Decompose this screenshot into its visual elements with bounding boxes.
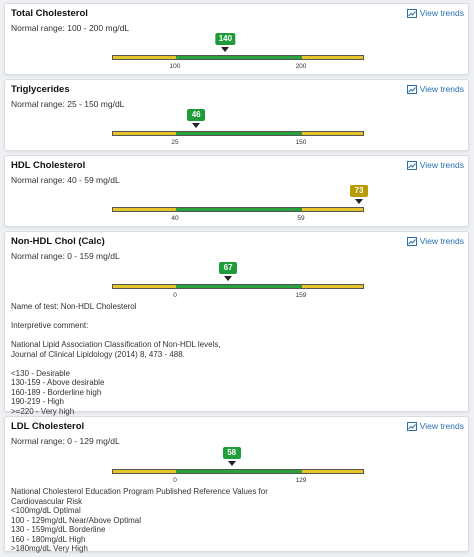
test-title: Total Cholesterol [11, 8, 88, 19]
normal-range-segment [176, 56, 302, 59]
normal-range: Normal range: 0 - 129 mg/dL [11, 436, 120, 446]
value-pointer [227, 461, 236, 466]
range-low-label: 100 [169, 63, 181, 70]
trend-chart-icon [406, 8, 417, 18]
view-trends-link[interactable]: View trends [406, 421, 464, 431]
range-bar [112, 131, 364, 136]
interpretive-comment: Name of test: Non-HDL Cholesterol Interp… [11, 302, 221, 416]
result-value-badge: 140 [215, 33, 236, 45]
test-title: LDL Cholesterol [11, 421, 85, 432]
test-title: HDL Cholesterol [11, 160, 86, 171]
range-high-label: 159 [295, 292, 307, 299]
normal-range-segment [176, 208, 302, 211]
trend-chart-icon [406, 160, 417, 170]
range-bar [112, 469, 364, 474]
range-low-label: 40 [171, 215, 179, 222]
value-pointer [192, 123, 201, 128]
test-title: Triglycerides [11, 84, 70, 95]
result-card-total-cholesterol: Total Cholesterol Normal range: 100 - 20… [4, 3, 469, 75]
trend-chart-icon [406, 84, 417, 94]
result-value-badge: 46 [187, 109, 206, 121]
view-trends-label: View trends [419, 8, 464, 18]
normal-range-segment [176, 285, 302, 288]
range-low-label: 0 [173, 292, 177, 299]
value-pointer [221, 47, 230, 52]
trend-chart-icon [406, 236, 417, 246]
result-value-badge: 73 [349, 185, 368, 197]
range-high-label: 200 [295, 63, 307, 70]
results-list: Total Cholesterol Normal range: 100 - 20… [0, 0, 474, 557]
test-title: Non-HDL Chol (Calc) [11, 236, 105, 247]
normal-range: Normal range: 100 - 200 mg/dL [11, 23, 130, 33]
result-card-non-hdl-cholesterol: Non-HDL Chol (Calc) Normal range: 0 - 15… [4, 231, 469, 416]
value-pointer [354, 199, 363, 204]
normal-range: Normal range: 25 - 150 mg/dL [11, 99, 125, 109]
normal-range: Normal range: 40 - 59 mg/dL [11, 175, 120, 185]
range-bar [112, 284, 364, 289]
range-high-label: 59 [297, 215, 305, 222]
range-bar [112, 55, 364, 60]
view-trends-label: View trends [419, 160, 464, 170]
normal-range-segment [176, 132, 302, 135]
trend-chart-icon [406, 421, 417, 431]
result-value-badge: 58 [222, 447, 241, 459]
view-trends-label: View trends [419, 236, 464, 246]
result-card-ldl-cholesterol: LDL Cholesterol Normal range: 0 - 129 mg… [4, 416, 469, 553]
view-trends-label: View trends [419, 421, 464, 431]
view-trends-link[interactable]: View trends [406, 160, 464, 170]
view-trends-link[interactable]: View trends [406, 8, 464, 18]
view-trends-label: View trends [419, 84, 464, 94]
range-low-label: 25 [171, 139, 179, 146]
range-bar [112, 207, 364, 212]
range-high-label: 129 [295, 477, 307, 484]
range-high-label: 150 [295, 139, 307, 146]
normal-range-segment [176, 470, 302, 473]
range-low-label: 0 [173, 477, 177, 484]
result-value-badge: 67 [219, 262, 238, 274]
result-card-hdl-cholesterol: HDL Cholesterol Normal range: 40 - 59 mg… [4, 155, 469, 227]
normal-range: Normal range: 0 - 159 mg/dL [11, 251, 120, 261]
reference-values-note: National Cholesterol Education Program P… [11, 487, 268, 553]
view-trends-link[interactable]: View trends [406, 84, 464, 94]
result-card-triglycerides: Triglycerides Normal range: 25 - 150 mg/… [4, 79, 469, 151]
value-pointer [224, 276, 233, 281]
view-trends-link[interactable]: View trends [406, 236, 464, 246]
